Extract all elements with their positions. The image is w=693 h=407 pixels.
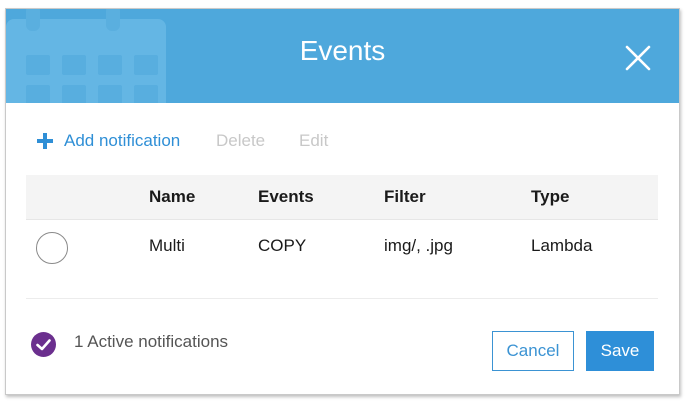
column-header-events: Events bbox=[258, 187, 314, 206]
table-header: Name Events Filter Type bbox=[26, 175, 658, 220]
column-header-type: Type bbox=[531, 187, 570, 206]
footer-divider bbox=[26, 298, 658, 299]
cell-name: Multi bbox=[149, 236, 185, 255]
add-notification-label: Add notification bbox=[64, 131, 181, 150]
dialog-header: Events bbox=[6, 9, 679, 103]
events-dialog: Events Add notification Delete Edit Name… bbox=[5, 8, 680, 395]
column-header-name: Name bbox=[149, 187, 196, 206]
cell-events: COPY bbox=[258, 236, 307, 255]
check-circle-icon bbox=[31, 332, 56, 357]
close-icon[interactable] bbox=[622, 42, 654, 74]
status-text: 1 Active notifications bbox=[74, 332, 229, 351]
column-header-filter: Filter bbox=[384, 187, 426, 206]
save-button[interactable]: Save bbox=[586, 331, 654, 371]
cell-filter: img/, .jpg bbox=[384, 236, 453, 255]
edit-button[interactable]: Edit bbox=[299, 131, 328, 151]
cell-type: Lambda bbox=[531, 236, 593, 255]
plus-icon bbox=[37, 133, 53, 149]
delete-button[interactable]: Delete bbox=[216, 131, 265, 151]
dialog-title: Events bbox=[299, 35, 386, 66]
cancel-button[interactable]: Cancel bbox=[492, 331, 574, 371]
table-row[interactable]: Multi COPY img/, .jpg Lambda bbox=[26, 221, 658, 277]
row-select-radio[interactable] bbox=[36, 232, 68, 264]
